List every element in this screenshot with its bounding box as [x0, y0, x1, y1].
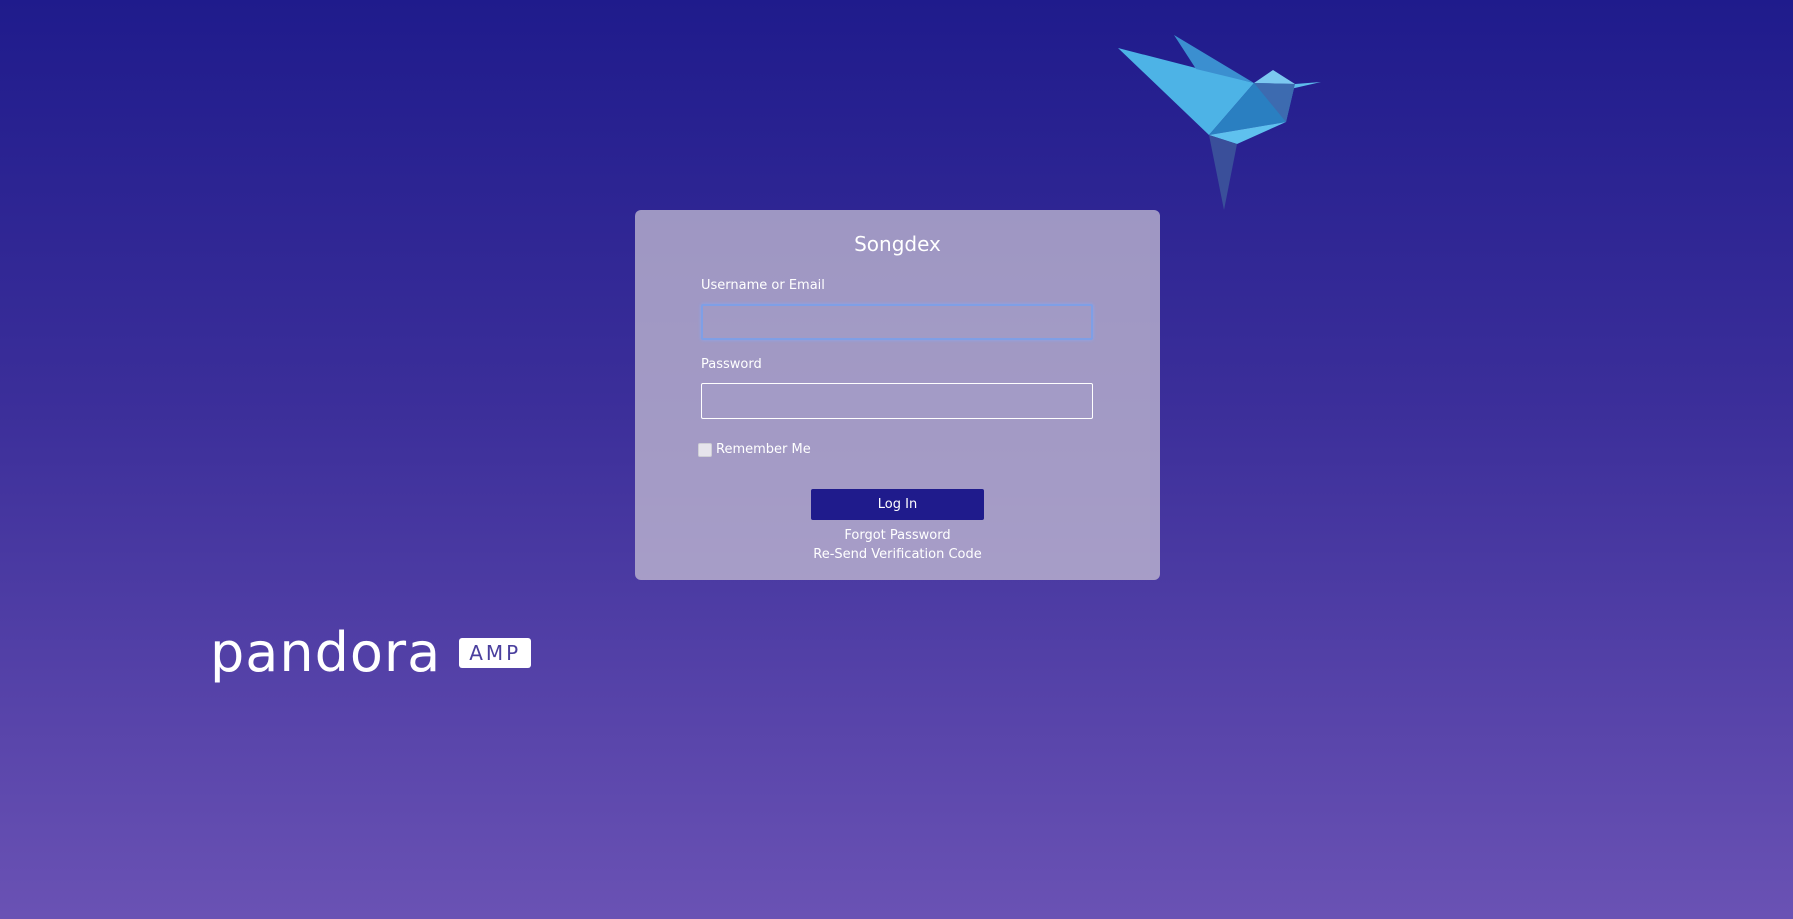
login-card: Songdex Username or Email Password Remem… [635, 210, 1160, 580]
pandora-amp-logo: pandora AMP [210, 621, 532, 684]
remember-me-label: Remember Me [716, 442, 811, 457]
amp-badge: AMP [459, 638, 532, 668]
password-label: Password [701, 357, 762, 372]
origami-bird-icon [1118, 35, 1321, 210]
username-label: Username or Email [701, 278, 825, 293]
remember-me-checkbox[interactable] [698, 442, 712, 457]
pandora-logo-word: pandora [210, 621, 442, 684]
remember-me[interactable]: Remember Me [698, 442, 811, 457]
resend-verification-link[interactable]: Re-Send Verification Code [635, 547, 1160, 562]
username-input[interactable] [701, 304, 1093, 340]
card-title: Songdex [854, 232, 941, 256]
password-input[interactable] [701, 383, 1093, 419]
login-button[interactable]: Log In [811, 489, 984, 520]
forgot-password-link[interactable]: Forgot Password [635, 528, 1160, 543]
